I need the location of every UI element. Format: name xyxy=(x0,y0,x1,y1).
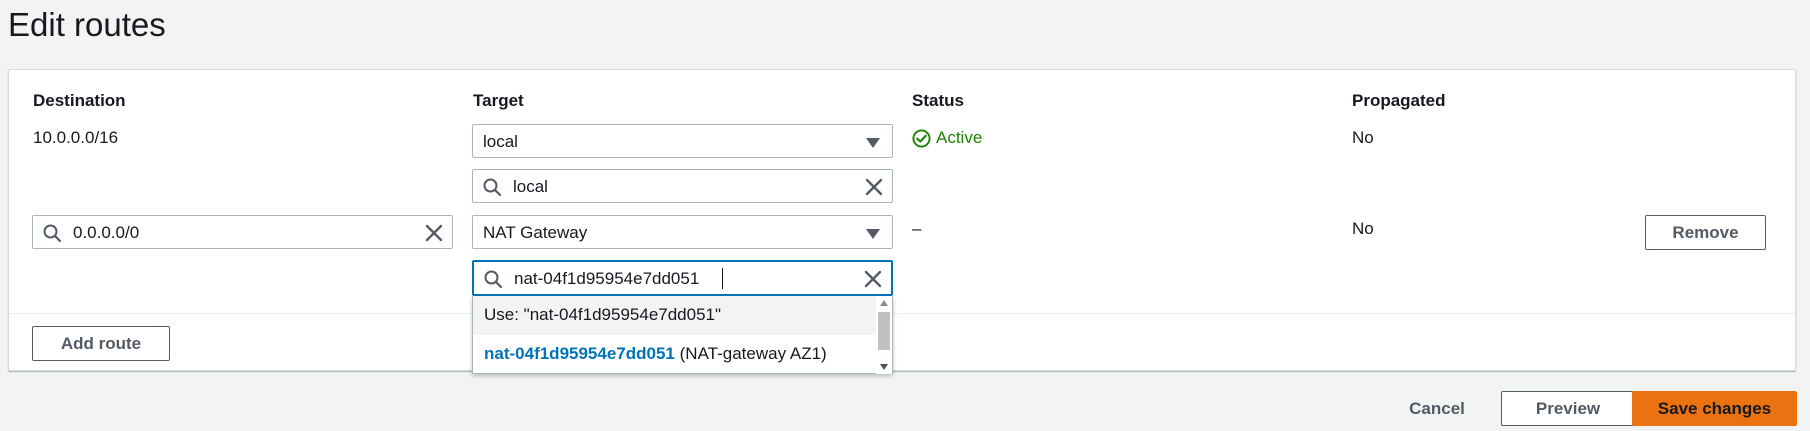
header-propagated: Propagated xyxy=(1352,91,1446,110)
clear-icon[interactable] xyxy=(424,223,444,243)
clear-icon[interactable] xyxy=(863,269,883,289)
caret-down-icon xyxy=(866,229,880,239)
dropdown-option-nat[interactable]: nat-04f1d95954e7dd051 (NAT-gateway AZ1) xyxy=(473,335,877,374)
status-text: Active xyxy=(936,128,983,147)
caret-down-icon xyxy=(866,138,880,148)
scrollbar-thumb[interactable] xyxy=(878,312,890,350)
search-icon xyxy=(483,178,502,197)
row2-target-select[interactable]: NAT Gateway xyxy=(472,215,893,249)
row2-status: – xyxy=(912,219,922,238)
search-icon xyxy=(43,224,62,243)
search-icon xyxy=(484,270,503,289)
cancel-button[interactable]: Cancel xyxy=(1394,392,1480,426)
dropdown-option-use[interactable]: Use: "nat-04f1d95954e7dd051" xyxy=(473,296,877,335)
dropdown-scrollbar[interactable] xyxy=(876,296,892,374)
row1-destination: 10.0.0.0/16 xyxy=(33,128,119,147)
header-status: Status xyxy=(912,91,964,110)
row2-target-select-value: NAT Gateway xyxy=(483,223,588,242)
scroll-down-arrow-icon[interactable] xyxy=(880,364,888,370)
header-destination: Destination xyxy=(33,91,126,110)
dropdown-option-nat-name: (NAT-gateway AZ1) xyxy=(679,344,827,363)
scroll-up-arrow-icon[interactable] xyxy=(880,300,888,306)
row2-destination-value: 0.0.0.0/0 xyxy=(73,223,140,242)
page-title: Edit routes xyxy=(8,6,166,43)
dropdown-option-nat-id: nat-04f1d95954e7dd051 xyxy=(484,344,675,363)
save-changes-button[interactable]: Save changes xyxy=(1632,391,1797,426)
panel-divider xyxy=(9,313,1795,314)
clear-icon[interactable] xyxy=(864,177,884,197)
row1-target-select-value: local xyxy=(483,132,518,151)
target-dropdown-list: Use: "nat-04f1d95954e7dd051" nat-04f1d95… xyxy=(472,296,893,374)
row2-target-search[interactable]: nat-04f1d95954e7dd051 xyxy=(472,260,893,296)
row1-status: Active xyxy=(912,127,1072,151)
dropdown-option-use-label: Use: "nat-04f1d95954e7dd051" xyxy=(484,305,722,324)
check-circle-icon xyxy=(912,129,931,148)
row1-propagated: No xyxy=(1352,128,1374,147)
row2-target-search-value: nat-04f1d95954e7dd051 xyxy=(514,269,700,288)
row1-target-search[interactable]: local xyxy=(472,169,893,203)
preview-button[interactable]: Preview xyxy=(1501,391,1635,426)
row2-propagated: No xyxy=(1352,219,1374,238)
text-cursor xyxy=(722,268,723,289)
row1-target-search-value: local xyxy=(513,177,548,196)
row2-destination-input[interactable]: 0.0.0.0/0 xyxy=(32,215,453,249)
row1-target-select[interactable]: local xyxy=(472,124,893,158)
add-route-button[interactable]: Add route xyxy=(32,326,170,361)
remove-button[interactable]: Remove xyxy=(1645,215,1766,250)
header-target: Target xyxy=(473,91,524,110)
